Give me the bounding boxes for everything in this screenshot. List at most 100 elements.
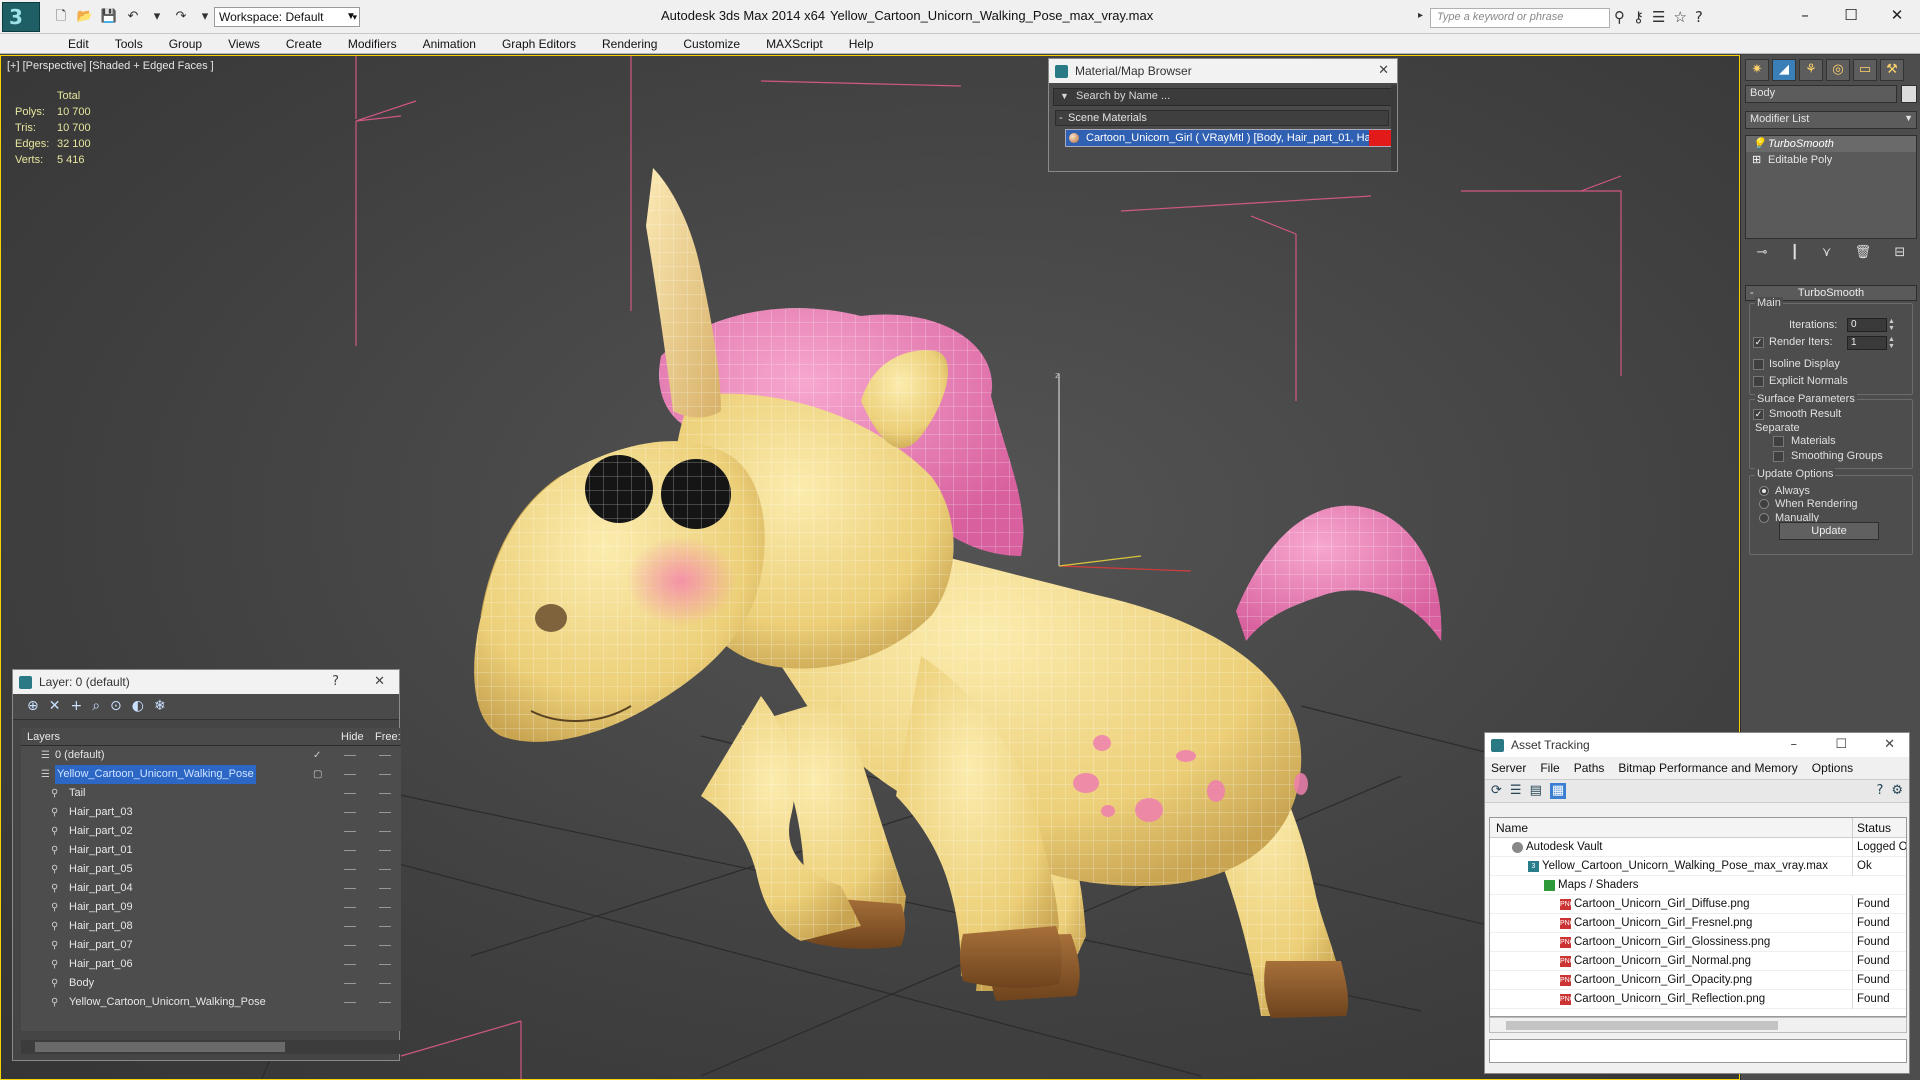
freeze-toggle[interactable] xyxy=(379,793,391,794)
material-browser-scrollbar[interactable] xyxy=(1391,85,1397,171)
show-end-result-icon[interactable]: ┃ xyxy=(1791,245,1799,267)
new-file-icon[interactable]: 🗋 xyxy=(50,7,72,27)
explicit-normals-checkbox[interactable] xyxy=(1753,376,1764,387)
asset-row[interactable]: 3 Yellow_Cartoon_Unicorn_Walking_Pose_max… xyxy=(1490,857,1906,876)
menu-animation[interactable]: Animation xyxy=(410,34,489,53)
isoline-display-checkbox[interactable] xyxy=(1753,359,1764,370)
maximize-button[interactable]: ☐ xyxy=(1835,733,1847,757)
menu-graph-editors[interactable]: Graph Editors xyxy=(489,34,589,53)
undo-dropdown-icon[interactable]: ▾ xyxy=(146,7,168,27)
layer-manager-titlebar[interactable]: Layer: 0 (default)? ✕ xyxy=(13,670,399,694)
render-iters-spinner[interactable]: 1 xyxy=(1847,336,1887,350)
refresh-icon[interactable]: ⟳ xyxy=(1491,783,1502,799)
hide-toggle[interactable] xyxy=(344,888,356,889)
create-tab-icon[interactable]: ✷ xyxy=(1745,59,1769,81)
object-color-swatch[interactable] xyxy=(1901,85,1917,103)
menu-group[interactable]: Group xyxy=(156,34,215,53)
binoculars-icon[interactable]: ⚲ xyxy=(1614,8,1625,26)
asset-row[interactable]: PNG Cartoon_Unicorn_Girl_Diffuse.png Found xyxy=(1490,895,1906,914)
asset-path-field[interactable] xyxy=(1489,1039,1907,1063)
asset-menu-options[interactable]: Options xyxy=(1812,757,1853,779)
hide-toggle[interactable] xyxy=(344,850,356,851)
close-button[interactable]: ✕ xyxy=(1874,0,1920,30)
maximize-button[interactable]: ☐ xyxy=(1828,0,1874,30)
minimize-button[interactable]: – xyxy=(1782,0,1828,30)
material-item[interactable]: Cartoon_Unicorn_Girl ( VRayMtl ) [Body, … xyxy=(1065,129,1392,147)
current-layer-check-icon[interactable]: ✓ xyxy=(313,746,321,765)
hide-toggle[interactable] xyxy=(344,755,356,756)
stack-item-editable-poly[interactable]: ⊞ Editable Poly xyxy=(1746,152,1916,168)
iterations-spinner[interactable]: 0 xyxy=(1847,318,1887,332)
search-expand-icon[interactable]: ▸ xyxy=(1418,10,1423,21)
asset-menu-paths[interactable]: Paths xyxy=(1574,757,1605,779)
workspace-dropdown[interactable]: Workspace: Default ▾ xyxy=(214,7,360,27)
layer-row[interactable]: ⚲ Hair_part_02 xyxy=(21,822,401,841)
hide-toggle[interactable] xyxy=(344,831,356,832)
menu-rendering[interactable]: Rendering xyxy=(589,34,670,53)
hide-toggle[interactable] xyxy=(344,812,356,813)
freeze-all-layers-icon[interactable]: ❄ xyxy=(154,698,166,715)
freeze-toggle[interactable] xyxy=(379,755,391,756)
utilities-tab-icon[interactable]: ⚒ xyxy=(1880,59,1904,81)
add-to-layer-icon[interactable]: + xyxy=(70,698,82,715)
close-icon[interactable]: ✕ xyxy=(1378,59,1389,83)
freeze-toggle[interactable] xyxy=(379,774,391,775)
spinner-arrows-icon[interactable]: ▲ ▼ xyxy=(1888,318,1896,332)
freeze-toggle[interactable] xyxy=(379,964,391,965)
asset-row[interactable]: PNG Cartoon_Unicorn_Girl_Glossiness.png Fo… xyxy=(1490,933,1906,952)
layer-row[interactable]: ⚲ Tail xyxy=(21,784,401,803)
redo-icon[interactable]: ↷ xyxy=(170,7,192,27)
layer-row[interactable]: ⚲ Hair_part_04 xyxy=(21,879,401,898)
lightbulb-icon[interactable]: 💡 xyxy=(1752,136,1766,152)
update-always-radio[interactable] xyxy=(1759,486,1769,496)
minimize-button[interactable]: – xyxy=(1791,733,1798,757)
hierarchy-tab-icon[interactable]: ⚘ xyxy=(1799,59,1823,81)
open-file-icon[interactable]: 📂 xyxy=(74,7,96,27)
remove-modifier-icon[interactable]: 🗑 xyxy=(1855,245,1872,267)
layer-row[interactable]: ⚲ Hair_part_05 xyxy=(21,860,401,879)
freeze-toggle[interactable] xyxy=(379,831,391,832)
freeze-toggle[interactable] xyxy=(379,907,391,908)
hide-toggle[interactable] xyxy=(344,907,356,908)
layer-row[interactable]: ⚲ Hair_part_09 xyxy=(21,898,401,917)
create-layer-icon[interactable]: ⊕ xyxy=(27,698,39,715)
hide-toggle[interactable] xyxy=(344,1002,356,1003)
scene-materials-group[interactable]: - Scene Materials xyxy=(1055,110,1389,126)
layer-row[interactable]: ⚲ Hair_part_01 xyxy=(21,841,401,860)
viewport-label[interactable]: [+] [Perspective] [Shaded + Edged Faces … xyxy=(7,60,214,72)
key-icon[interactable]: ⚷ xyxy=(1633,8,1644,26)
update-when-rendering-radio[interactable] xyxy=(1759,499,1769,509)
freeze-toggle[interactable] xyxy=(379,983,391,984)
hide-toggle[interactable] xyxy=(344,983,356,984)
asset-menu-server[interactable]: Server xyxy=(1491,757,1526,779)
menu-help[interactable]: Help xyxy=(836,34,887,53)
help-icon[interactable]: ? xyxy=(1695,8,1703,26)
smooth-result-checkbox[interactable]: ✓ xyxy=(1753,409,1764,420)
hide-toggle[interactable] xyxy=(344,869,356,870)
hide-toggle[interactable] xyxy=(344,793,356,794)
keyword-search-input[interactable]: Type a keyword or phrase xyxy=(1430,8,1610,28)
spinner-arrows-icon[interactable]: ▲ ▼ xyxy=(1888,336,1896,350)
list-view-icon[interactable]: ☰ xyxy=(1510,783,1522,799)
help-icon[interactable]: ? xyxy=(1876,783,1883,799)
freeze-toggle[interactable] xyxy=(379,812,391,813)
app-logo-button[interactable]: 3 xyxy=(2,2,40,32)
motion-tab-icon[interactable]: ◎ xyxy=(1826,59,1850,81)
hide-toggle[interactable] xyxy=(344,964,356,965)
freeze-toggle[interactable] xyxy=(379,888,391,889)
menu-maxscript[interactable]: MAXScript xyxy=(753,34,836,53)
make-unique-icon[interactable]: ⋎ xyxy=(1822,245,1832,267)
settings-icon[interactable]: ⚙ xyxy=(1891,783,1903,799)
scrollbar-thumb[interactable] xyxy=(1506,1021,1778,1030)
pin-stack-icon[interactable]: ⊸ xyxy=(1757,245,1768,267)
status-column-header[interactable]: Status xyxy=(1852,818,1891,838)
layer-row[interactable]: ⚲ Hair_part_07 xyxy=(21,936,401,955)
hide-column-header[interactable]: Hide xyxy=(341,731,364,743)
configure-sets-icon[interactable]: ⊟ xyxy=(1894,245,1905,267)
material-search-input[interactable]: ▼ Search by Name ... xyxy=(1053,88,1393,106)
asset-tracking-titlebar[interactable]: Asset Tracking – ☐ ✕ xyxy=(1485,733,1909,757)
asset-row[interactable]: PNG Cartoon_Unicorn_Girl_Fresnel.png Found xyxy=(1490,914,1906,933)
display-tab-icon[interactable]: ▭ xyxy=(1853,59,1877,81)
layer-row[interactable]: ⚲ Hair_part_08 xyxy=(21,917,401,936)
asset-horizontal-scrollbar[interactable] xyxy=(1489,1017,1907,1033)
